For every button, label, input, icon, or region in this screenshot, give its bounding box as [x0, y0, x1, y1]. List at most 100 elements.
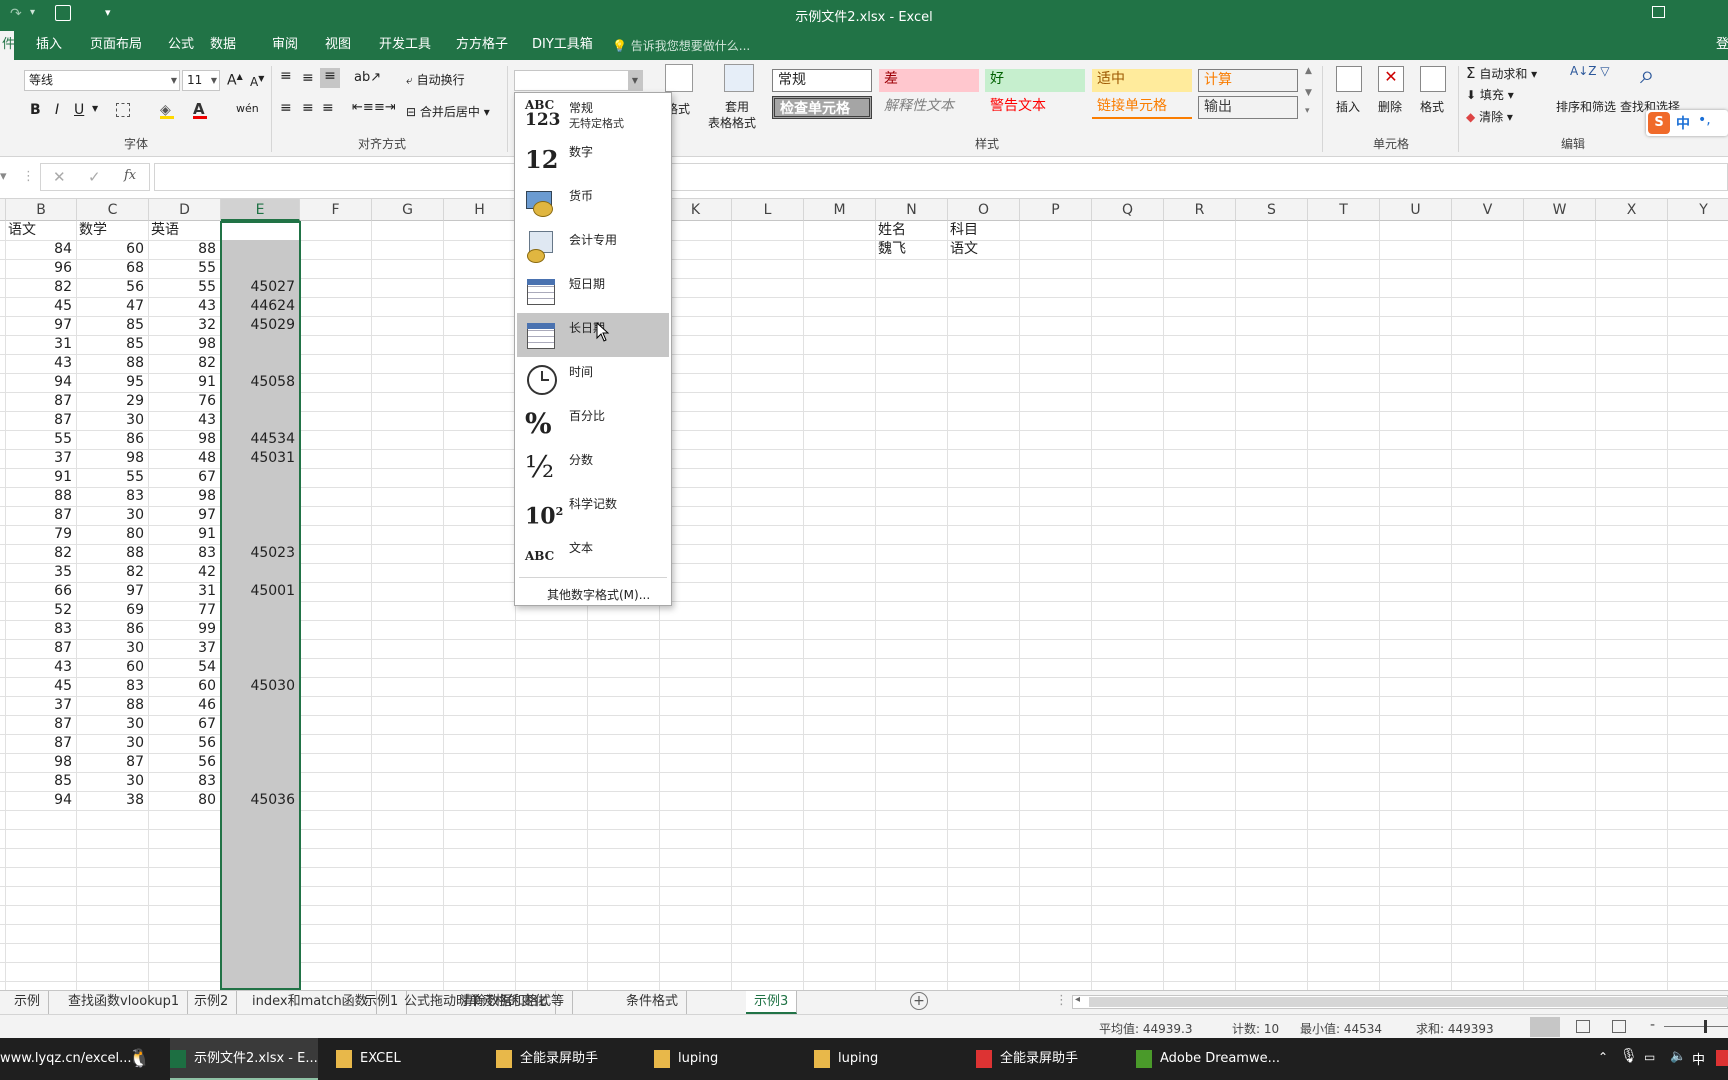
table-cell[interactable]: 30	[79, 715, 147, 734]
table-cell[interactable]: 60	[151, 677, 219, 696]
table-cell[interactable]: 88	[151, 240, 219, 259]
header-chinese[interactable]: 语文	[8, 221, 75, 240]
format-option-3[interactable]: 会计专用	[517, 225, 669, 269]
tab-1[interactable]: 页面布局	[84, 31, 148, 60]
tray-ime[interactable]: 中	[1692, 1049, 1705, 1068]
format-as-table-label1[interactable]: 套用	[725, 98, 749, 115]
table-cell[interactable]: 44534	[223, 430, 298, 449]
tab-3[interactable]: 数据	[204, 31, 242, 60]
table-cell[interactable]: 99	[151, 620, 219, 639]
format-as-table-icon[interactable]	[724, 64, 754, 92]
tab-7[interactable]: 方方格子	[450, 31, 514, 60]
taskbar-item-0[interactable]: www.lyqz.cn/excel...	[0, 1038, 132, 1080]
table-cell[interactable]: 95	[79, 373, 147, 392]
taskbar-item-4[interactable]: luping	[654, 1038, 718, 1080]
table-cell[interactable]: 31	[8, 335, 75, 354]
font-color-icon[interactable]: A	[193, 100, 207, 119]
table-cell[interactable]: 83	[79, 487, 147, 506]
insert-cells-label[interactable]: 插入	[1336, 98, 1360, 115]
table-cell[interactable]: 98	[151, 430, 219, 449]
column-header-D[interactable]: D	[149, 199, 221, 221]
horizontal-scrollbar[interactable]: ◂	[1072, 994, 1728, 1009]
font-name-combo[interactable]: 等线 ▼	[24, 70, 180, 91]
table-cell[interactable]: 87	[8, 506, 75, 525]
table-cell[interactable]: 83	[79, 677, 147, 696]
table-cell[interactable]: 96	[8, 259, 75, 278]
column-header-F[interactable]: F	[300, 199, 372, 221]
table-cell[interactable]: 45023	[223, 544, 298, 563]
table-cell[interactable]: 68	[79, 259, 147, 278]
table-cell[interactable]: 87	[8, 392, 75, 411]
table-cell[interactable]: 83	[8, 620, 75, 639]
table-cell[interactable]: 45	[8, 297, 75, 316]
table-cell[interactable]: 45029	[223, 316, 298, 335]
table-cell[interactable]: 55	[151, 278, 219, 297]
format-option-5[interactable]: 长日期	[517, 313, 669, 357]
column-header-S[interactable]: S	[1236, 199, 1308, 221]
column-header-H[interactable]: H	[444, 199, 516, 221]
table-cell[interactable]: 69	[79, 601, 147, 620]
format-option-1[interactable]: 12 数字	[517, 137, 669, 181]
insert-function-icon[interactable]: fx	[124, 168, 136, 183]
table-cell[interactable]: 45031	[223, 449, 298, 468]
table-cell[interactable]: 88	[8, 487, 75, 506]
volume-icon[interactable]: 🔈	[1670, 1049, 1686, 1064]
table-cell[interactable]: 45	[8, 677, 75, 696]
table-cell[interactable]: 55	[151, 259, 219, 278]
cell-style-3[interactable]: 适中	[1092, 69, 1192, 92]
table-cell[interactable]: 47	[79, 297, 147, 316]
sheet-tab-1[interactable]: 查找函数vlookup1	[60, 991, 189, 1014]
column-header-Q[interactable]: Q	[1092, 199, 1164, 221]
bold-icon[interactable]: B	[30, 102, 41, 118]
column-header-B[interactable]: B	[6, 199, 77, 221]
cell-style-1[interactable]: 差	[879, 69, 979, 92]
table-cell[interactable]: 97	[8, 316, 75, 335]
column-header-C[interactable]: C	[77, 199, 149, 221]
number-format-dropdown[interactable]: ABC 123 常规 无特定格式 12 数字 货币 会计专用 短日期 长日期 时间% 百分比 ½ 分数 10…	[514, 92, 672, 606]
table-cell[interactable]: 87	[8, 734, 75, 753]
table-cell[interactable]: 30	[79, 734, 147, 753]
table-cell[interactable]: 54	[151, 658, 219, 677]
tab-2[interactable]: 公式	[162, 31, 200, 60]
table-cell[interactable]: 85	[8, 772, 75, 791]
punctuation-icon[interactable]: •,	[1698, 112, 1711, 128]
sheet-tab-0[interactable]: 示例	[6, 991, 50, 1014]
page-layout-icon[interactable]	[1576, 1020, 1590, 1033]
header-math[interactable]: 数学	[79, 221, 147, 240]
table-cell[interactable]: 30	[79, 411, 147, 430]
clear-button[interactable]: ◆ 清除 ▾	[1466, 108, 1513, 125]
microphone-icon[interactable]: 🎙	[1620, 1048, 1638, 1064]
orientation-icon[interactable]: ab↗	[354, 70, 381, 85]
table-cell[interactable]: 55	[79, 468, 147, 487]
worksheet-grid[interactable]: BCDEFGHIJKLMNOPQRSTUVWXY 语文数学英语姓名科目魏飞语文8…	[0, 199, 1728, 990]
taskbar-item-3[interactable]: 全能录屏助手	[496, 1038, 598, 1080]
taskbar-item-2[interactable]: EXCEL	[336, 1038, 401, 1080]
taskbar-item-1[interactable]: 示例文件2.xlsx - E...	[170, 1038, 318, 1080]
fill-button[interactable]: ⬇ 填充 ▾	[1466, 86, 1514, 103]
table-cell[interactable]: 56	[151, 734, 219, 753]
cell-style-6[interactable]: 解释性文本	[879, 96, 979, 119]
add-sheet-icon[interactable]: +	[910, 992, 928, 1010]
table-cell[interactable]: 45027	[223, 278, 298, 297]
table-cell[interactable]: 94	[8, 791, 75, 810]
table-cell[interactable]: 98	[151, 335, 219, 354]
sign-in-partial[interactable]: 登	[1716, 31, 1728, 60]
table-cell[interactable]: 87	[8, 639, 75, 658]
cell-style-7[interactable]: 警告文本	[985, 96, 1085, 119]
table-cell[interactable]: 76	[151, 392, 219, 411]
table-cell[interactable]: 80	[79, 525, 147, 544]
column-header-L[interactable]: L	[732, 199, 804, 221]
column-header-G[interactable]: G	[372, 199, 444, 221]
align-center-icon[interactable]: ≡	[302, 100, 314, 116]
format-as-table-label2[interactable]: 表格格式	[708, 114, 756, 131]
search-icon[interactable]: ⌕	[1640, 60, 1655, 91]
table-cell[interactable]: 88	[79, 696, 147, 715]
table-cell[interactable]: 29	[79, 392, 147, 411]
table-cell[interactable]: 87	[79, 753, 147, 772]
sheet-tab-7[interactable]: 条件格式	[618, 991, 688, 1014]
scroll-thumb[interactable]	[1089, 997, 1728, 1007]
table-cell[interactable]: 82	[8, 278, 75, 297]
table-cell[interactable]: 79	[8, 525, 75, 544]
splitter-icon[interactable]: ⋮	[1055, 993, 1068, 1008]
table-cell[interactable]: 87	[8, 411, 75, 430]
